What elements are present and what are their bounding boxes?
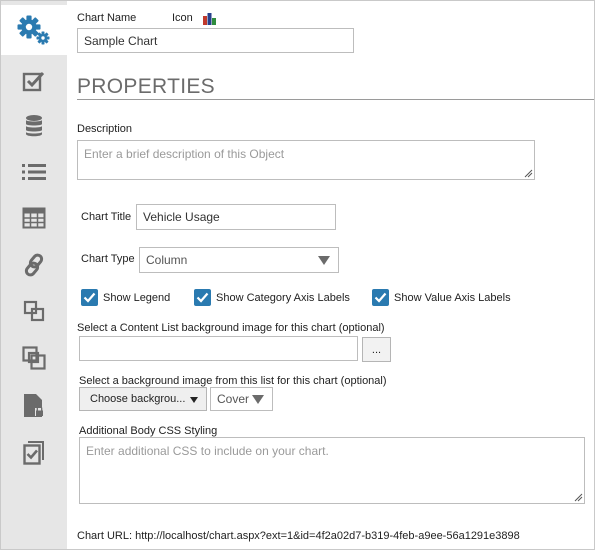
resize-grip-icon[interactable] [574,493,583,502]
checkmark-icon [81,289,98,306]
table-icon [22,207,46,229]
properties-panel: Chart Name Icon Sample Chart PROPERTIES … [67,1,594,549]
section-title: PROPERTIES [77,75,215,98]
sidebar-item-database[interactable] [1,104,67,148]
chart-type-select[interactable]: Column [139,247,339,273]
show-legend-checkbox[interactable]: Show Legend [81,289,170,306]
show-value-axis-labels-checkbox[interactable]: Show Value Axis Labels [372,289,511,306]
list-icon [21,162,47,182]
locked-file-icon [23,393,45,419]
content-list-bg-input[interactable] [79,336,358,361]
checkmark-icon [372,289,389,306]
caret-down-icon [190,397,198,403]
checkmark-icon [194,289,211,306]
sidebar-item-link[interactable] [1,243,67,287]
chart-url: Chart URL: http://localhost/chart.aspx?e… [77,530,520,542]
sidebar [1,1,67,549]
css-label: Additional Body CSS Styling [79,425,218,437]
show-category-axis-labels-checkbox[interactable]: Show Category Axis Labels [194,289,350,306]
sidebar-item-layers[interactable] [1,289,67,333]
icon-label: Icon [172,12,193,24]
settings-icon [16,14,52,46]
sidebar-item-nested[interactable] [1,336,67,380]
dropdown-arrow-icon [252,395,264,404]
description-label: Description [77,123,133,135]
chart-title-label: Chart Title [81,211,132,223]
browse-button[interactable]: ... [362,337,391,362]
link-icon [23,253,45,277]
sidebar-item-table[interactable] [1,196,67,240]
database-icon [24,114,44,138]
background-fit-select[interactable]: Cover [210,387,273,411]
chart-type-label: Chart Type [81,253,135,265]
content-list-bg-label: Select a Content List background image f… [77,322,385,334]
dropdown-arrow-icon [318,256,330,265]
chart-name-label: Chart Name [77,12,137,24]
section-divider [77,99,594,100]
chart-name-input[interactable]: Sample Chart [77,28,354,53]
description-field[interactable]: Enter a brief description of this Object [77,140,535,180]
sidebar-item-checklist[interactable] [1,59,67,103]
sidebar-item-list[interactable] [1,150,67,194]
chart-title-input[interactable]: Vehicle Usage [136,204,336,230]
show-legend-label: Show Legend [103,291,171,304]
sidebar-item-locked-file[interactable] [1,384,67,428]
checklist-icon [22,70,46,92]
choose-background-label: Choose backgrou... [90,393,186,405]
chart-icon[interactable] [202,12,217,29]
background-fit-value: Cover [217,392,250,406]
css-field[interactable]: Enter additional CSS to include on your … [79,437,585,504]
layers-icon [23,300,45,322]
show-value-axis-labels-label: Show Value Axis Labels [394,291,511,304]
sidebar-item-settings[interactable] [1,5,67,55]
nested-squares-icon [22,346,46,370]
checked-pages-icon [23,441,45,465]
resize-grip-icon[interactable] [524,169,533,178]
chart-type-value: Column [146,253,188,267]
choose-background-dropdown[interactable]: Choose backgrou... [79,387,207,411]
sidebar-item-checked-pages[interactable] [1,431,67,475]
show-category-axis-labels-label: Show Category Axis Labels [216,291,350,304]
bg-image-label: Select a background image from this list… [79,375,387,387]
